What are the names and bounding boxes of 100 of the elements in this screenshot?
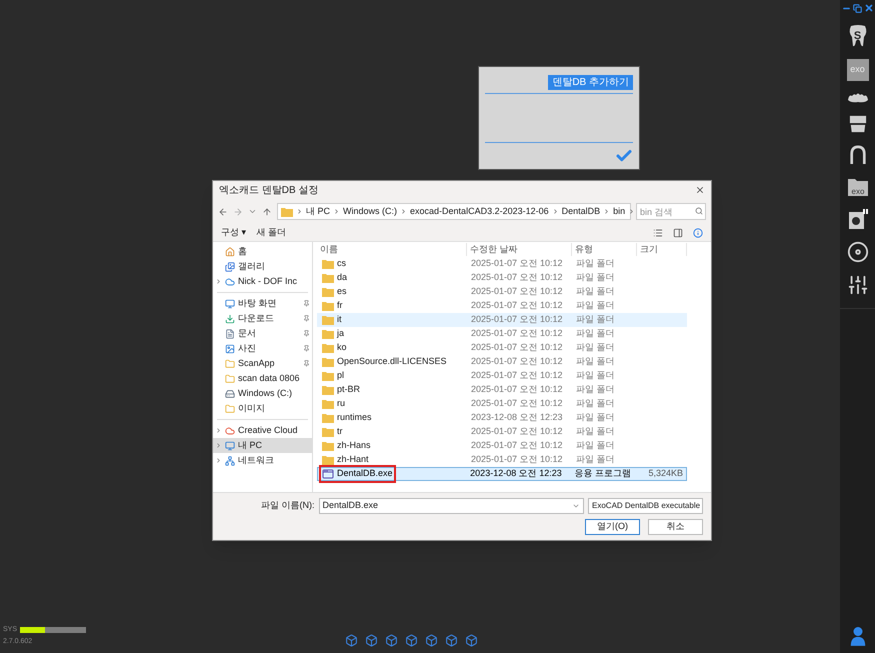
view-icon[interactable] [653,228,663,238]
sidebar-item[interactable]: 갤러리 [213,259,312,274]
breadcrumb-item[interactable]: 내 PC [306,204,330,218]
cube-icon[interactable] [345,634,358,647]
file-row[interactable]: it 2025-01-07 오전 10:12 파일 폴더 [317,313,687,327]
file-row[interactable]: pl 2025-01-07 오전 10:12 파일 폴더 [317,369,687,383]
help-icon[interactable] [693,228,703,238]
type-cell-text: 파일 폴더 [575,411,616,424]
chevron-icon [552,208,559,215]
file-row[interactable]: zh-Hant 2025-01-07 오전 10:12 파일 폴더 [317,453,687,467]
scanner-icon[interactable] [846,208,868,230]
type-cell-text: 파일 폴더 [575,313,616,326]
breadcrumb-item[interactable]: bin [613,204,626,218]
file-row[interactable]: ja 2025-01-07 오전 10:12 파일 폴더 [317,327,687,341]
file-row[interactable]: fr 2025-01-07 오전 10:12 파일 폴더 [317,299,687,313]
address-bar[interactable]: 내 PC Windows (C:) exocad-DentalCAD3.2-2023-12-06 DentalDB bin [277,203,631,220]
date-cell-text: 2025-01-07 오전 10:12 [470,327,564,340]
sidebar-item[interactable]: 바탕 화면 [213,296,312,311]
restore-icon[interactable] [852,4,862,12]
search-field[interactable]: bin 검색 [636,203,706,220]
file-row[interactable]: pt-BR 2025-01-07 오전 10:12 파일 폴더 [317,383,687,397]
date-cell-text: 2025-01-07 오전 10:12 [470,285,564,298]
file-row[interactable]: zh-Hans 2025-01-07 오전 10:12 파일 폴더 [317,439,687,453]
sidebar-item[interactable]: 홈 [213,244,312,259]
teeth-icon[interactable] [848,115,868,133]
forward-icon[interactable] [233,206,243,216]
close-icon[interactable] [864,3,874,13]
up-icon[interactable] [262,206,272,216]
close-icon[interactable] [695,185,705,195]
network-icon [225,456,235,466]
file-row[interactable]: ru 2025-01-07 오전 10:12 파일 폴더 [317,397,687,411]
sidebar-item[interactable]: 다운로드 [213,311,312,326]
disc-icon[interactable] [846,241,868,263]
cube-icon[interactable] [465,634,478,647]
open-button[interactable]: 열기(O) [585,519,640,535]
dropdown-icon[interactable] [572,502,580,510]
folder-icon [322,427,334,437]
recent-icon[interactable] [248,207,257,216]
type-cell-text: 파일 폴더 [575,299,616,312]
file-row[interactable]: es 2025-01-07 오전 10:12 파일 폴더 [317,285,687,299]
column-header[interactable]: 이름 [317,242,467,256]
column-header[interactable]: 수정한 날짜 [467,242,572,256]
window-title: 엑소캐드 덴탈DB 설정 [219,184,318,198]
date-cell-text: 2025-01-07 오전 10:12 [470,355,564,368]
column-header[interactable]: 유형 [572,242,637,256]
cancel-button[interactable]: 취소 [648,519,703,535]
expand-icon[interactable] [215,278,222,285]
file-row[interactable]: DentalDB.exe 2023-12-08 오전 12:23 응용 프로그램 5,324KB [317,467,687,481]
gallery-icon [225,262,235,272]
tooth-icon[interactable]: S [848,24,868,48]
person-icon[interactable] [848,625,866,647]
sidebar-item[interactable]: scan data 0806 [213,371,312,386]
type-cell-text: 파일 폴더 [575,439,616,452]
usage-meter [20,627,86,634]
settings-icon[interactable] [846,274,868,296]
file-type-dropdown[interactable]: ExoCAD DentalDB executable [588,498,703,514]
sidebar-item[interactable]: Creative Cloud [213,423,312,438]
cube-icon[interactable] [425,634,438,647]
sidebar-item[interactable]: Windows (C:) [213,386,312,401]
file-row[interactable]: ko 2025-01-07 오전 10:12 파일 폴더 [317,341,687,355]
preview-pane-icon[interactable] [673,228,683,238]
expand-icon[interactable] [215,427,222,434]
file-row[interactable]: tr 2025-01-07 오전 10:12 파일 폴더 [317,425,687,439]
pin-icon [303,315,310,322]
sidebar-item[interactable]: 네트워크 [213,453,312,468]
column-header[interactable]: 크기 [637,242,687,256]
pin-icon [303,345,310,352]
type-cell-text: 응용 프로그램 [574,467,632,480]
teeth-icon[interactable] [846,92,868,104]
chevron-icon [333,208,340,215]
toolbar-button[interactable]: 구성 ▾ [221,226,247,240]
breadcrumb-item[interactable]: exocad-DentalCAD3.2-2023-12-06 [410,204,549,218]
cube-icon[interactable] [405,634,418,647]
filename-field[interactable]: DentalDB.exe [318,498,584,514]
expand-icon[interactable] [215,457,222,464]
cube-icon[interactable] [385,634,398,647]
sidebar-item[interactable]: 문서 [213,326,312,341]
add-database-button[interactable]: 덴탈DB 추가하기 [548,75,633,90]
breadcrumb-item[interactable]: DentalDB [562,204,600,218]
back-icon[interactable] [218,206,228,216]
type-cell-text: 파일 폴더 [575,369,616,382]
breadcrumb-item[interactable]: Windows (C:) [343,204,398,218]
expand-icon[interactable] [215,442,222,449]
arch-icon[interactable] [848,144,866,166]
sidebar-item[interactable]: 내 PC [213,438,312,453]
file-row[interactable]: cs 2025-01-07 오전 10:12 파일 폴더 [317,257,687,271]
type-cell-text: 파일 폴더 [575,271,616,284]
toolbar-button[interactable]: 새 폴더 [256,226,286,240]
sidebar-item[interactable]: 이미지 [213,401,312,416]
file-row[interactable]: runtimes 2023-12-08 오전 12:23 파일 폴더 [317,411,687,425]
cube-icon[interactable] [365,634,378,647]
sidebar-item[interactable]: ScanApp [213,356,312,371]
file-row[interactable]: da 2025-01-07 오전 10:12 파일 폴더 [317,271,687,285]
cube-icon[interactable] [445,634,458,647]
folder-icon[interactable]: exo [846,177,868,197]
creative-icon [225,426,235,436]
search-icon [695,207,703,215]
file-row[interactable]: OpenSource.dll-LICENSES 2025-01-07 오전 10:12 파일 폴더 [317,355,687,369]
sidebar-item[interactable]: Nick - DOF Inc [213,274,312,289]
sidebar-item[interactable]: 사진 [213,341,312,356]
